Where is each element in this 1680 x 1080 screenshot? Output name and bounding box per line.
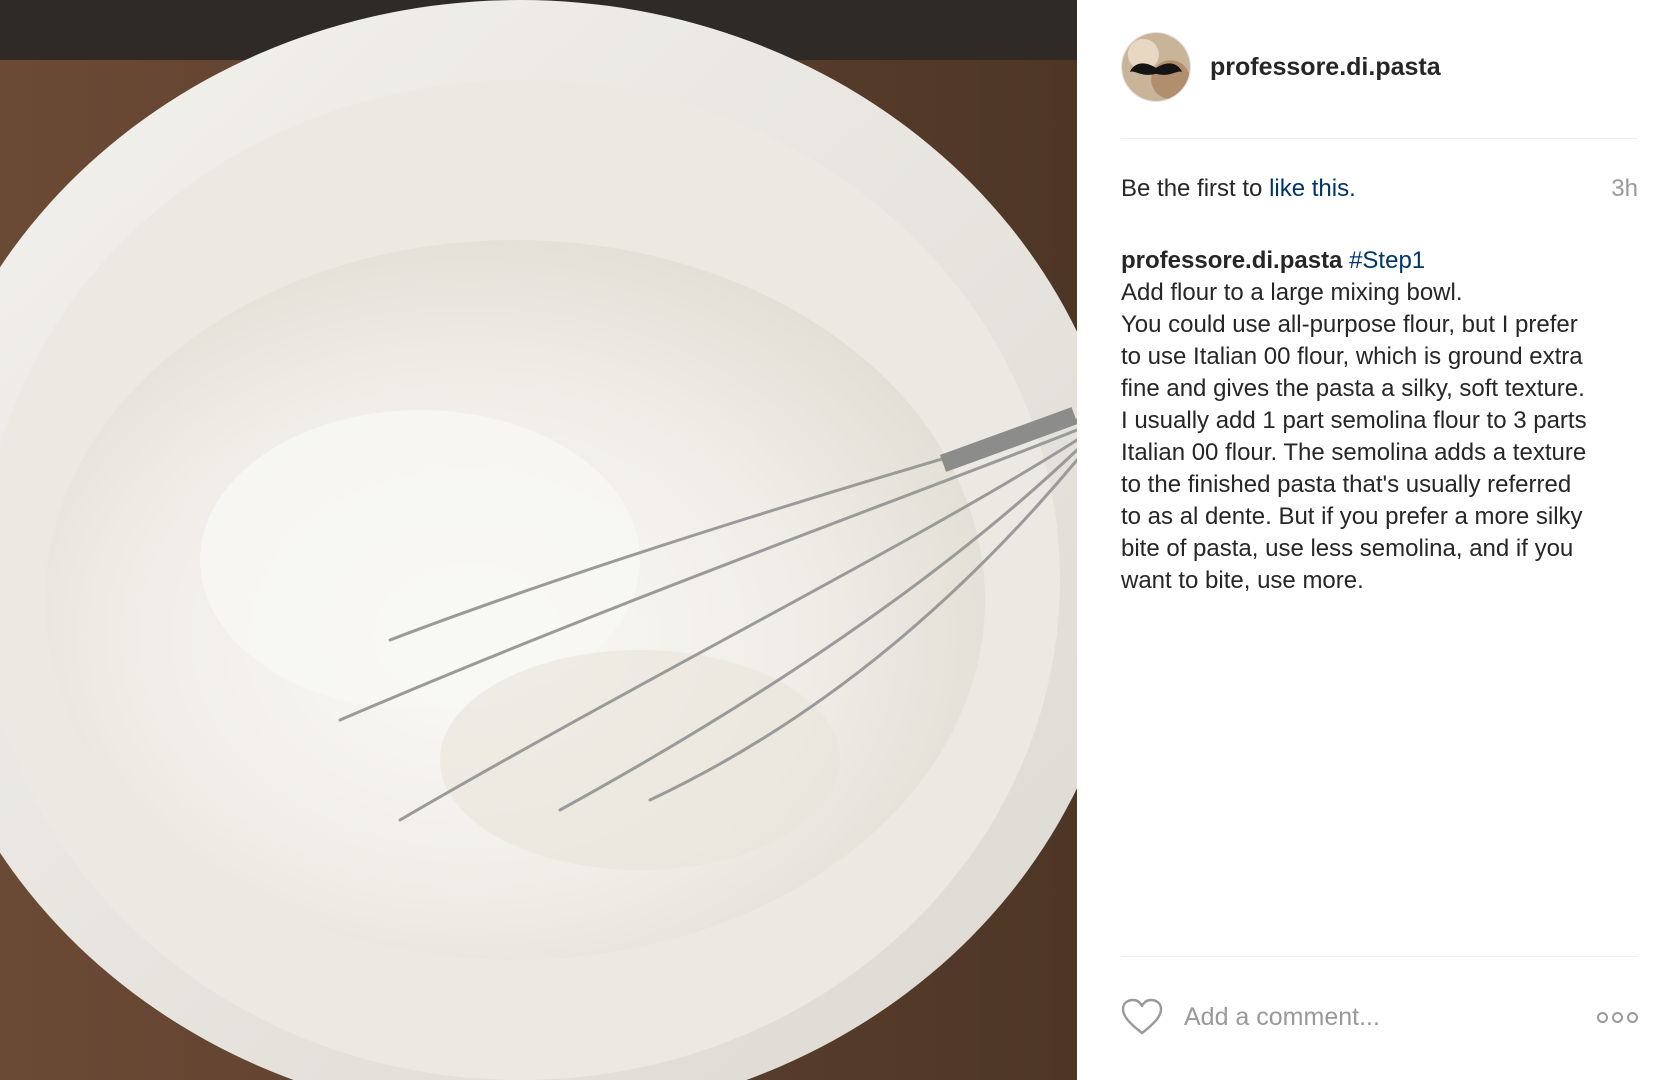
mustache-icon: [1122, 33, 1190, 101]
caption-line: to the finished pasta that's usually ref…: [1121, 471, 1572, 498]
caption-line: to as al dente. But if you prefer a more…: [1121, 503, 1583, 530]
caption-line: fine and gives the pasta a silky, soft t…: [1121, 375, 1585, 402]
caption-line: Add flour to a large mixing bowl.: [1121, 279, 1463, 306]
likes-prefix: Be the first to: [1121, 175, 1263, 202]
post-timestamp[interactable]: 3h: [1611, 175, 1638, 203]
heart-icon[interactable]: [1121, 998, 1163, 1036]
caption-line: I usually add 1 part semolina flour to 3…: [1121, 407, 1587, 434]
comment-input[interactable]: [1184, 1002, 1584, 1032]
post-header: professore.di.pasta: [1121, 32, 1441, 102]
post-caption: professore.di.pasta #Step1 Add flour to …: [1121, 245, 1641, 597]
caption-username[interactable]: professore.di.pasta: [1121, 247, 1342, 274]
more-options-icon[interactable]: [1597, 1002, 1638, 1032]
caption-hashtag[interactable]: #Step1: [1349, 247, 1425, 274]
caption-line: You could use all-purpose flour, but I p…: [1121, 311, 1578, 338]
caption-line: want to bite, use more.: [1121, 567, 1364, 594]
post-username[interactable]: professore.di.pasta: [1210, 53, 1441, 82]
flour-bowl-image: [0, 0, 1077, 1080]
post-sidebar: professore.di.pasta Be the first to like…: [1077, 0, 1680, 1080]
caption-line: to use Italian 00 flour, which is ground…: [1121, 343, 1583, 370]
like-this-link[interactable]: like this.: [1269, 175, 1356, 202]
comment-bar: [1121, 992, 1638, 1042]
post-photo[interactable]: [0, 0, 1077, 1080]
caption-line: bite of pasta, use less semolina, and if…: [1121, 535, 1574, 562]
caption-line: Italian 00 flour. The semolina adds a te…: [1121, 439, 1587, 466]
mustache-avatar[interactable]: [1121, 32, 1191, 102]
likes-summary: Be the first to like this.: [1121, 175, 1356, 203]
footer-divider: [1121, 956, 1638, 957]
dot-icon: [1627, 1011, 1638, 1023]
dot-icon: [1597, 1011, 1608, 1023]
dot-icon: [1612, 1011, 1623, 1023]
header-divider: [1121, 138, 1638, 139]
